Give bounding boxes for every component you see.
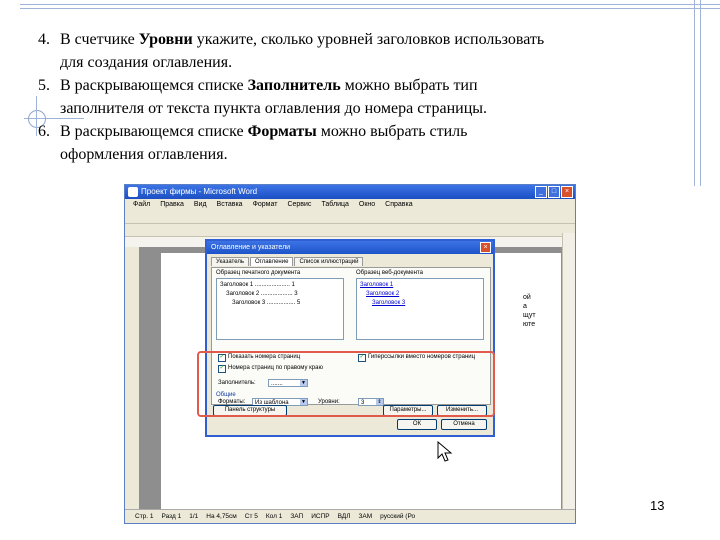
status-line: Ст 5 bbox=[244, 513, 258, 520]
minimize-icon[interactable]: _ bbox=[535, 186, 547, 198]
dialog-tabs: Указатель Оглавление Список иллюстраций bbox=[211, 257, 364, 266]
status-ext: ВДЛ bbox=[337, 513, 351, 520]
status-column: Кол 1 bbox=[265, 513, 283, 520]
item-text: В раскрывающемся списке Форматы можно вы… bbox=[60, 123, 468, 163]
word-screenshot: Проект фирмы - Microsoft Word _ □ × Файл… bbox=[124, 184, 576, 524]
menu-item-insert[interactable]: Вставка bbox=[217, 199, 243, 211]
instruction-list: 4. В счетчике Уровни укажите, сколько ур… bbox=[38, 28, 674, 166]
dialog-titlebar: Оглавление и указатели × bbox=[207, 241, 493, 254]
list-item: 5. В раскрывающемся списке Заполнитель м… bbox=[38, 74, 674, 120]
window-titlebar: Проект фирмы - Microsoft Word _ □ × bbox=[125, 185, 575, 199]
decor-line-top bbox=[20, 4, 720, 5]
cancel-button[interactable]: Отмена bbox=[441, 419, 487, 430]
menu-item-view[interactable]: Вид bbox=[194, 199, 207, 211]
decor-line-right-2 bbox=[700, 0, 701, 186]
menu-item-tools[interactable]: Сервис bbox=[287, 199, 311, 211]
menu-item-file[interactable]: Файл bbox=[133, 199, 150, 211]
web-preview-link[interactable]: Заголовок 1 bbox=[360, 282, 393, 288]
mouse-pointer-icon bbox=[437, 441, 453, 462]
status-rec: ЗАП bbox=[290, 513, 304, 520]
dialog-title: Оглавление и указатели bbox=[211, 244, 291, 251]
status-page: Стр. 1 bbox=[135, 513, 154, 520]
maximize-icon[interactable]: □ bbox=[548, 186, 560, 198]
highlight-frame bbox=[197, 351, 495, 417]
vertical-ruler bbox=[125, 247, 140, 509]
status-language: русский (Ро bbox=[380, 513, 416, 520]
item-number: 4. bbox=[38, 31, 50, 48]
ok-button[interactable]: ОК bbox=[397, 419, 437, 430]
menu-item-help[interactable]: Справка bbox=[385, 199, 412, 211]
slide-number: 13 bbox=[650, 498, 665, 513]
vertical-scrollbar[interactable] bbox=[562, 233, 575, 509]
print-preview-line: Заголовок 1 ..................... 1 bbox=[220, 282, 295, 288]
status-pages: 1/1 bbox=[189, 513, 199, 520]
web-preview-label: Образец веб-документа bbox=[356, 270, 423, 276]
item-number: 5. bbox=[38, 77, 50, 94]
status-section: Разд 1 bbox=[161, 513, 182, 520]
page-text: ой а щут юте bbox=[523, 294, 536, 328]
print-preview-line: Заголовок 3 ................. 5 bbox=[232, 300, 301, 306]
dialog-close-icon[interactable]: × bbox=[480, 242, 491, 253]
list-item: 6. В раскрывающемся списке Форматы можно… bbox=[38, 120, 674, 166]
tab-toc[interactable]: Оглавление bbox=[249, 257, 294, 266]
web-preview-box: Заголовок 1 Заголовок 2 Заголовок 3 bbox=[356, 278, 484, 340]
status-ovr: ЗАМ bbox=[358, 513, 373, 520]
web-preview-link[interactable]: Заголовок 2 bbox=[366, 291, 399, 297]
decor-line-right bbox=[694, 0, 695, 186]
formatting-toolbar[interactable] bbox=[125, 224, 575, 237]
menu-item-edit[interactable]: Правка bbox=[160, 199, 184, 211]
item-text: В счетчике Уровни укажите, сколько уровн… bbox=[60, 31, 545, 71]
status-bar: Стр. 1 Разд 1 1/1 На 4,75см Ст 5 Кол 1 З… bbox=[125, 509, 575, 523]
status-position: На 4,75см bbox=[206, 513, 237, 520]
print-preview-label: Образец печатного документа bbox=[216, 270, 301, 276]
tab-index[interactable]: Указатель bbox=[211, 257, 249, 266]
decor-line-top-2 bbox=[20, 8, 720, 9]
status-trk: ИСПР bbox=[311, 513, 330, 520]
tab-figures[interactable]: Список иллюстраций bbox=[294, 257, 364, 266]
menu-item-format[interactable]: Формат bbox=[253, 199, 278, 211]
print-preview-box: Заголовок 1 ..................... 1 Заго… bbox=[216, 278, 344, 340]
item-number: 6. bbox=[38, 123, 50, 140]
list-item: 4. В счетчике Уровни укажите, сколько ур… bbox=[38, 28, 674, 74]
item-text: В раскрывающемся списке Заполнитель можн… bbox=[60, 77, 488, 117]
window-title: Проект фирмы - Microsoft Word bbox=[141, 187, 258, 196]
close-icon[interactable]: × bbox=[561, 186, 573, 198]
word-app-icon bbox=[128, 187, 138, 197]
menu-bar: Файл Правка Вид Вставка Формат Сервис Та… bbox=[125, 199, 575, 211]
print-preview-line: Заголовок 2 ................... 3 bbox=[226, 291, 298, 297]
decor-line-left bbox=[36, 96, 37, 136]
standard-toolbar[interactable] bbox=[125, 211, 575, 224]
menu-item-table[interactable]: Таблица bbox=[321, 199, 348, 211]
web-preview-link[interactable]: Заголовок 3 bbox=[372, 300, 405, 306]
menu-item-window[interactable]: Окно bbox=[359, 199, 375, 211]
